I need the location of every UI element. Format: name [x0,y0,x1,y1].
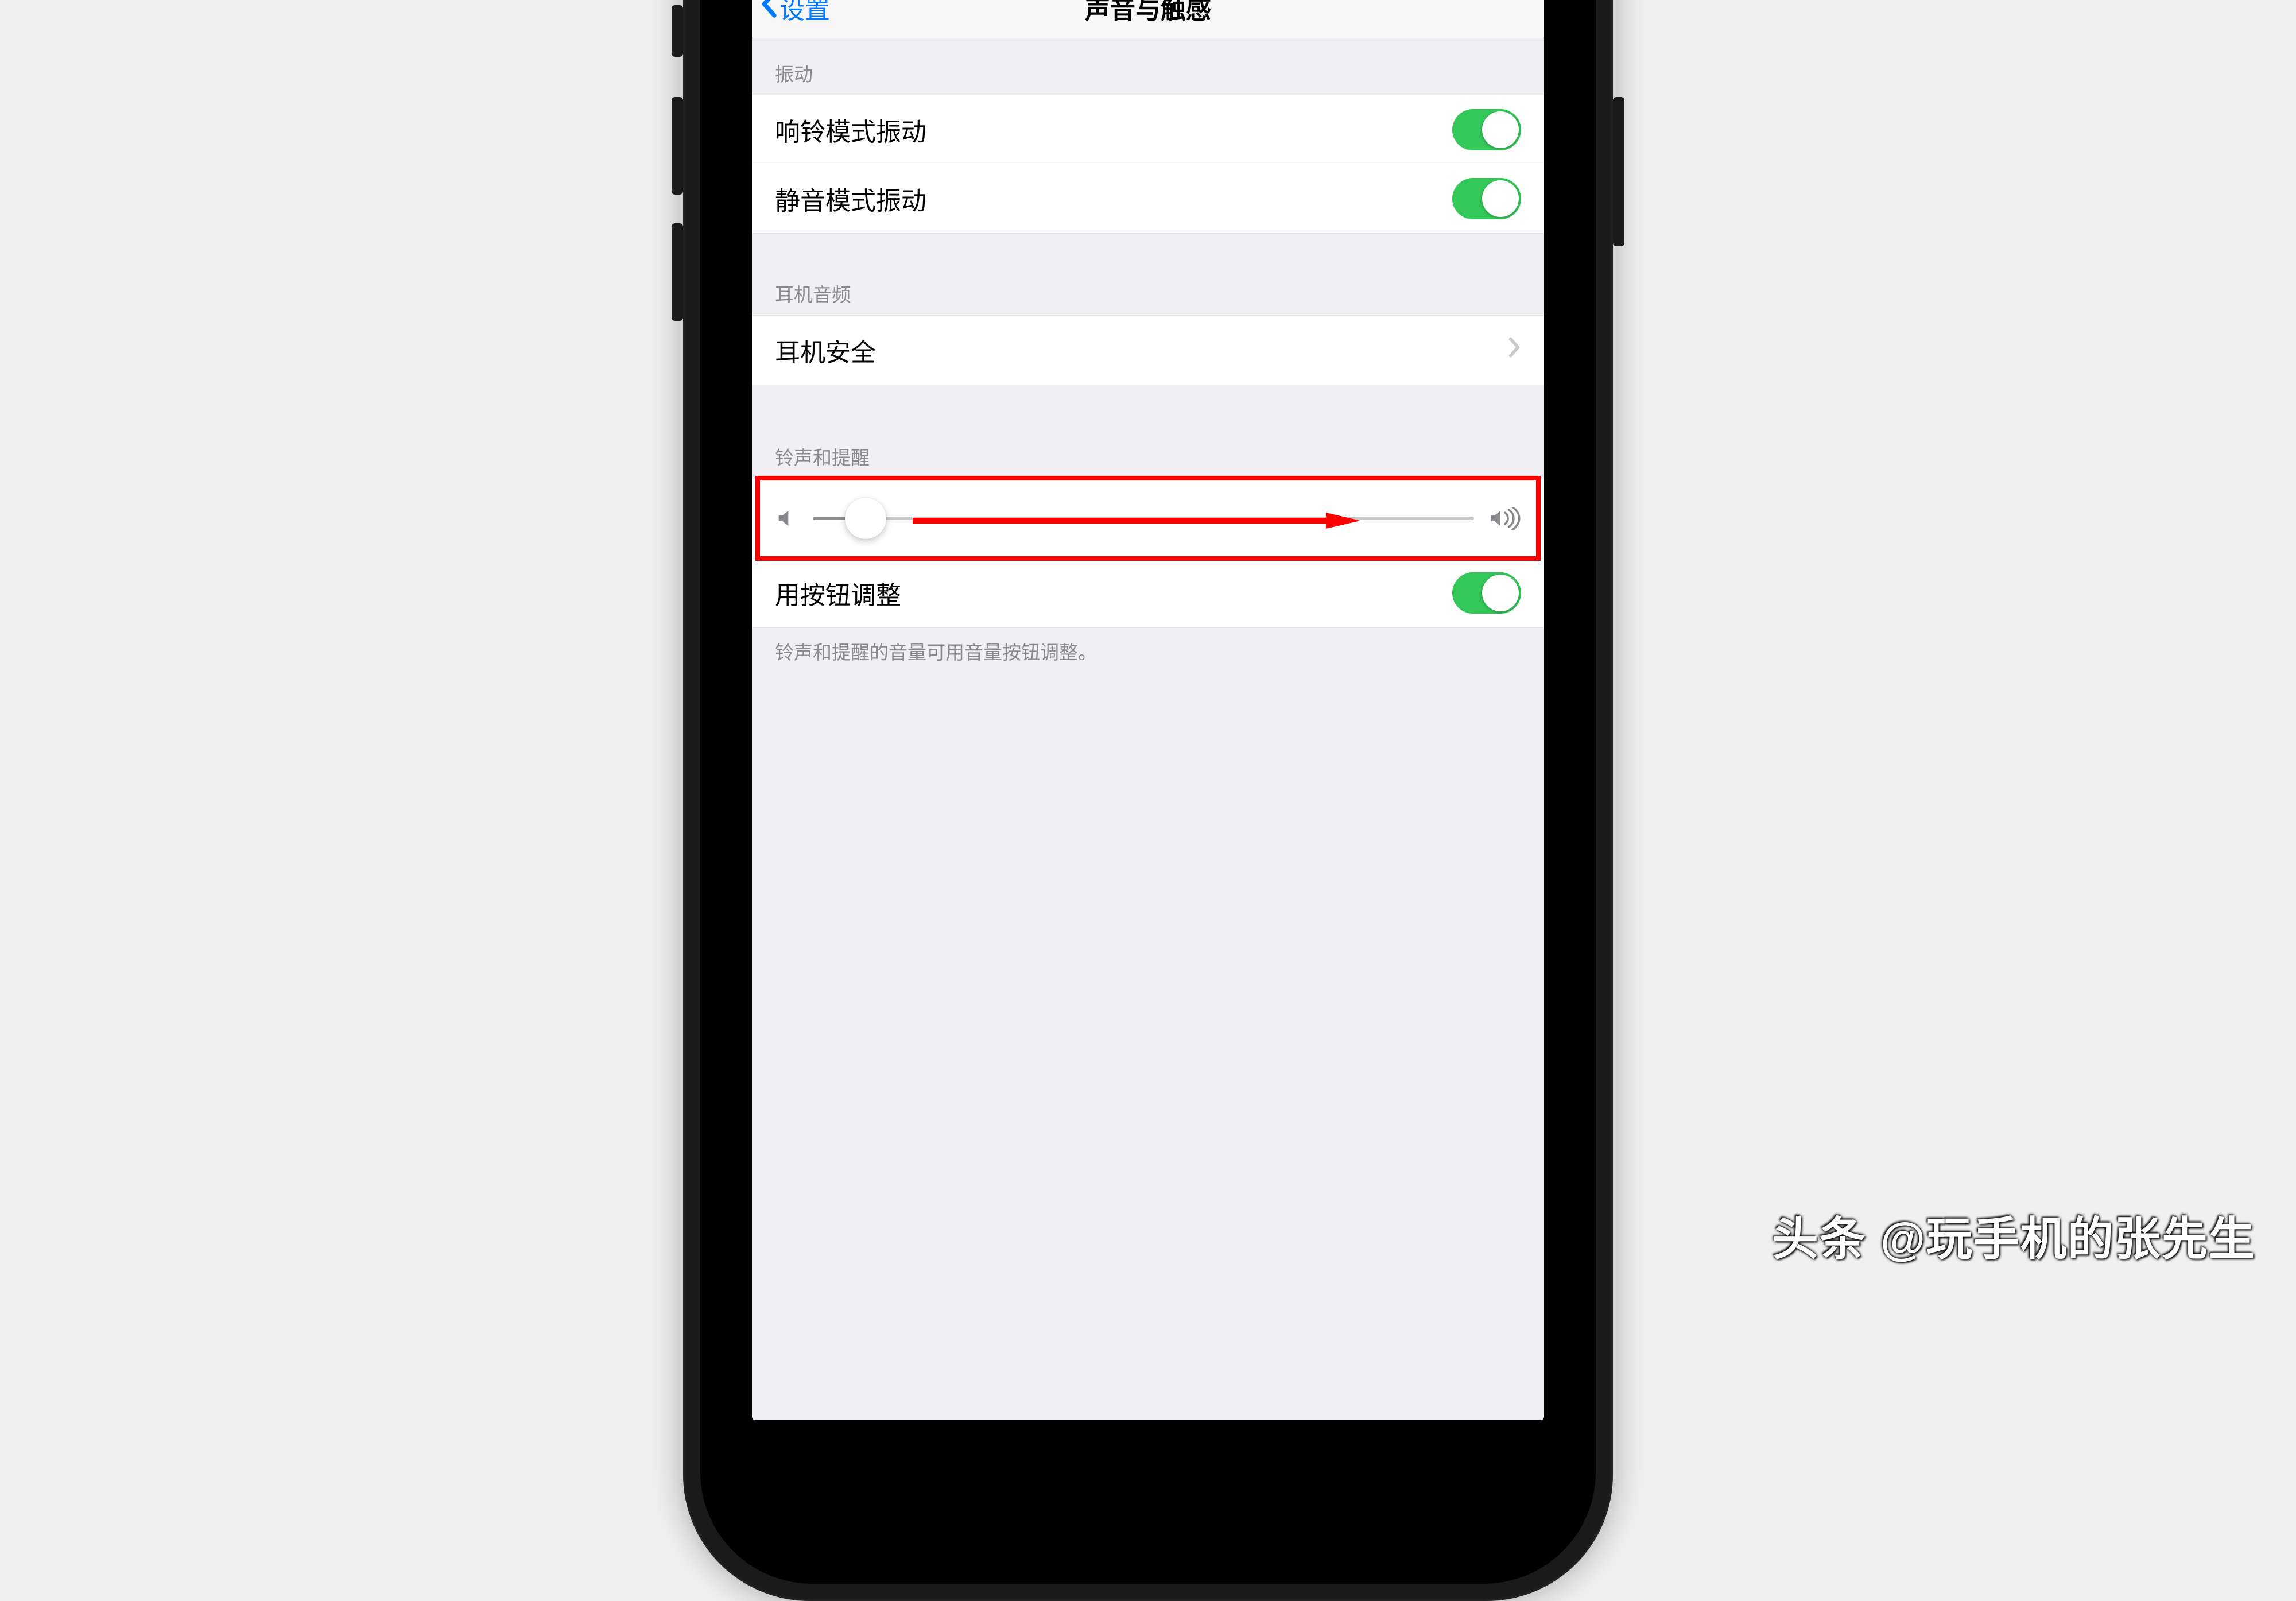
section-header-vibrate: 振动 [752,38,1544,95]
volume-down-hw [672,223,683,321]
chevron-left-icon [760,0,777,25]
back-button[interactable]: 设置 [760,0,830,38]
volume-up-hw [672,97,683,195]
section-header-ringer: 铃声和提醒 [752,385,1544,478]
volume-max-icon [1489,507,1521,530]
ringer-volume-slider[interactable] [813,517,1474,520]
volume-min-icon [775,507,798,530]
ring-vibrate-label: 响铃模式振动 [775,111,926,148]
silent-vibrate-toggle[interactable] [1452,178,1521,219]
button-adjust-toggle[interactable] [1452,572,1521,614]
headphone-safety-label: 耳机安全 [775,332,876,369]
navigation-bar: 设置 声音与触感 [752,0,1544,38]
button-adjust-label: 用按钮调整 [775,575,901,611]
silent-vibrate-label: 静音模式振动 [775,180,926,217]
back-label: 设置 [779,0,830,26]
power-button-hw [1613,97,1624,246]
content-scroll[interactable]: 振动 响铃模式振动 静音模式振动 耳机音频 耳机安全 [752,38,1544,685]
section-footer-ringer: 铃声和提醒的音量可用音量按钮调整。 [752,628,1544,685]
row-headphone-safety[interactable]: 耳机安全 [752,316,1544,385]
phone-frame: 中国移动 15:47 58% [683,0,1613,1601]
row-silent-vibrate[interactable]: 静音模式振动 [752,164,1544,233]
mute-switch-hw [672,5,683,57]
row-ring-vibrate[interactable]: 响铃模式振动 [752,95,1544,164]
slider-thumb[interactable] [845,498,886,539]
ringer-volume-slider-row[interactable] [752,478,1544,559]
page-title: 声音与触感 [1085,0,1211,26]
row-button-adjust[interactable]: 用按钮调整 [752,559,1544,627]
watermark-text: 头条 @玩手机的张先生 [1773,1202,2256,1269]
ring-vibrate-toggle[interactable] [1452,109,1521,150]
screen: 中国移动 15:47 58% [752,0,1544,1420]
section-header-headphone: 耳机音频 [752,234,1544,315]
chevron-right-icon [1508,336,1521,365]
